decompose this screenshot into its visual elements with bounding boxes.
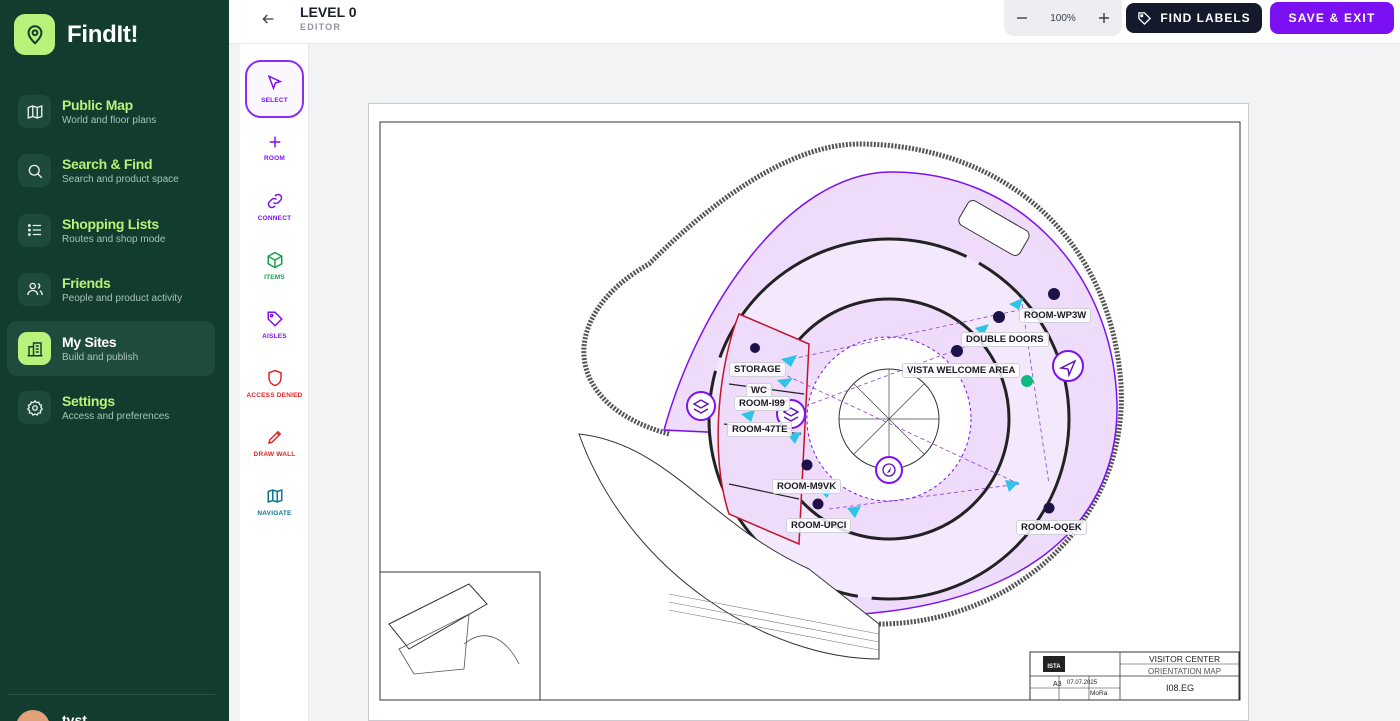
arrow-left-icon bbox=[262, 14, 274, 24]
nav-item-settings[interactable]: Settings Access and preferences bbox=[7, 380, 215, 435]
tool-items[interactable]: ITEMS bbox=[245, 237, 304, 295]
back-button[interactable] bbox=[257, 8, 279, 30]
zoom-in-button[interactable] bbox=[1096, 10, 1112, 26]
plan-canvas[interactable]: ISTA VISITOR CENTER ORIENTATION MAP I08.… bbox=[368, 103, 1249, 721]
cube-icon bbox=[267, 251, 282, 269]
building-icon bbox=[18, 332, 51, 366]
nav-subtitle: People and product activity bbox=[62, 292, 183, 304]
nav-subtitle: Routes and shop mode bbox=[62, 233, 166, 245]
room-label[interactable]: ROOM-47TE bbox=[727, 422, 793, 437]
tool-connect[interactable]: CONNECT bbox=[245, 178, 304, 236]
navigate-arrow-icon[interactable] bbox=[1052, 350, 1084, 382]
nav-item-my-sites[interactable]: My Sites Build and publish bbox=[7, 321, 215, 377]
plus-icon bbox=[269, 136, 280, 148]
nav-subtitle: World and floor plans bbox=[62, 115, 157, 126]
institute-logo-text: ISTA bbox=[1047, 664, 1061, 670]
nav-item-shopping-lists[interactable]: Shopping Lists Routes and shop mode bbox=[7, 203, 215, 258]
room-label[interactable]: STORAGE bbox=[729, 362, 786, 377]
nav-title: Search & Find bbox=[62, 156, 153, 173]
title-block-drawing-no: I08.EG bbox=[1166, 683, 1195, 693]
tool-label: SELECT bbox=[261, 97, 288, 104]
minus-icon bbox=[1017, 17, 1027, 19]
room-label[interactable]: ROOM-I99 bbox=[734, 396, 790, 411]
tool-label: ROOM bbox=[263, 155, 286, 162]
room-label[interactable]: DOUBLE DOORS bbox=[961, 332, 1049, 347]
tool-aisles[interactable]: AISLES bbox=[245, 296, 304, 354]
plus-icon bbox=[1098, 13, 1109, 23]
gear-icon bbox=[18, 391, 51, 425]
entrance-marker[interactable] bbox=[1021, 375, 1033, 387]
nav-subtitle: Access and preferences bbox=[62, 411, 170, 423]
top-bar: LEVEL 0 EDITOR 100% FIND LABELS SAVE & E… bbox=[229, 0, 1400, 44]
title-block-date: 07.07.2025 bbox=[1067, 680, 1098, 686]
nav-item-friends[interactable]: Friends People and product activity bbox=[7, 262, 215, 317]
tool-navigate[interactable]: NAVIGATE bbox=[245, 473, 304, 531]
location-pin-icon bbox=[14, 14, 55, 55]
tool-label: NAVIGATE bbox=[257, 510, 292, 517]
tool-label: AISLES bbox=[262, 333, 287, 340]
tool-select[interactable]: SELECT bbox=[245, 60, 304, 118]
tool-label: ITEMS bbox=[264, 274, 285, 281]
map-icon bbox=[18, 95, 51, 128]
title-block-plan: ORIENTATION MAP bbox=[1148, 667, 1222, 676]
nav-title: My Sites bbox=[62, 334, 117, 351]
avatar[interactable] bbox=[16, 710, 50, 721]
zoom-out-button[interactable] bbox=[1014, 10, 1030, 26]
map-icon bbox=[267, 488, 282, 504]
nav-subtitle: Build and publish bbox=[62, 352, 139, 364]
tool-room[interactable]: ROOM bbox=[245, 119, 304, 177]
sidebar-divider bbox=[7, 694, 215, 695]
shield-icon bbox=[267, 369, 282, 387]
nav-subtitle: Search and product space bbox=[62, 174, 179, 186]
page-subtitle: EDITOR bbox=[300, 22, 342, 32]
room-label[interactable]: VISTA WELCOME AREA bbox=[902, 363, 1021, 378]
user-name: tvst bbox=[62, 712, 87, 721]
room-label[interactable]: ROOM-UPCI bbox=[786, 518, 852, 533]
find-labels-label: FIND LABELS bbox=[1160, 11, 1251, 25]
tool-draw-wall[interactable]: DRAW WALL bbox=[245, 414, 304, 472]
brand[interactable]: FindIt! bbox=[14, 14, 139, 55]
list-icon bbox=[18, 213, 51, 247]
site-inset bbox=[379, 571, 541, 701]
title-block-drawn-by: MoRa bbox=[1090, 690, 1108, 697]
tag-icon bbox=[267, 311, 283, 327]
room-label[interactable]: ROOM-OQEK bbox=[1016, 520, 1087, 535]
floor-switch-icon[interactable] bbox=[686, 391, 716, 421]
title-block-paper: A3 bbox=[1053, 681, 1062, 688]
nav-title: Settings bbox=[62, 393, 115, 410]
sidebar: FindIt! Public Map World and floor plans … bbox=[0, 0, 229, 721]
nav-title: Friends bbox=[62, 274, 111, 291]
tool-label: ACCESS DENIED bbox=[246, 392, 303, 399]
search-icon bbox=[18, 154, 51, 188]
nav-item-public-map[interactable]: Public Map World and floor plans bbox=[7, 84, 215, 139]
tool-rail: SELECT ROOM CONNECT ITEMS AISLES ACCESS … bbox=[240, 44, 309, 721]
link-icon bbox=[267, 193, 282, 209]
cursor-icon bbox=[267, 74, 282, 91]
zoom-control: 100% bbox=[1004, 0, 1122, 36]
pen-icon bbox=[267, 430, 281, 445]
tool-label: CONNECT bbox=[257, 215, 292, 222]
zoom-level: 100% bbox=[1050, 12, 1076, 24]
tag-icon bbox=[1138, 11, 1152, 25]
tool-access-denied[interactable]: ACCESS DENIED bbox=[245, 355, 304, 413]
nav-title: Public Map bbox=[62, 97, 133, 113]
find-labels-button[interactable]: FIND LABELS bbox=[1126, 3, 1262, 33]
main-nav: Public Map World and floor plans Search &… bbox=[7, 84, 215, 440]
room-label[interactable]: ROOM-M9VK bbox=[772, 479, 842, 494]
room-label[interactable]: ROOM-WP3W bbox=[1019, 308, 1092, 323]
title-block-building: VISITOR CENTER bbox=[1149, 654, 1221, 664]
tool-label: DRAW WALL bbox=[253, 451, 296, 458]
floor-plan[interactable]: ISTA bbox=[369, 104, 1250, 721]
stair-treads bbox=[839, 369, 939, 469]
nav-title: Shopping Lists bbox=[62, 215, 159, 232]
nav-item-search-find[interactable]: Search & Find Search and product space bbox=[7, 143, 215, 198]
users-icon bbox=[18, 272, 51, 306]
save-exit-label: SAVE & EXIT bbox=[1288, 11, 1376, 25]
compass-icon[interactable] bbox=[875, 456, 903, 484]
page-title: LEVEL 0 bbox=[300, 4, 357, 20]
save-exit-button[interactable]: SAVE & EXIT bbox=[1270, 2, 1394, 34]
app-name: FindIt! bbox=[67, 20, 139, 48]
